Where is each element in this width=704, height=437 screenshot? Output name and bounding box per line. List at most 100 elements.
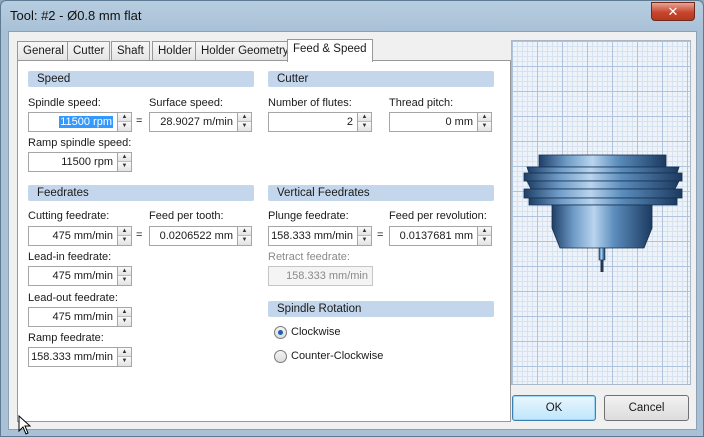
- cutting-feedrate-spinner[interactable]: ▲ ▼: [117, 226, 132, 246]
- ramp-feedrate-input[interactable]: 158.333 mm/min: [28, 347, 118, 367]
- thread-pitch-input[interactable]: 0 mm: [389, 112, 478, 132]
- flutes-spinner[interactable]: ▲ ▼: [357, 112, 372, 132]
- ok-button[interactable]: OK: [512, 395, 596, 421]
- tab-label: Cutter: [73, 45, 105, 57]
- spin-up-icon[interactable]: ▲: [358, 113, 371, 122]
- spin-up-icon[interactable]: ▲: [118, 267, 131, 276]
- spin-down-icon[interactable]: ▼: [118, 357, 131, 366]
- spin-down-icon[interactable]: ▼: [118, 276, 131, 285]
- tool-holder-drawing: [523, 154, 683, 249]
- spin-up-icon[interactable]: ▲: [118, 348, 131, 357]
- close-button[interactable]: ✕: [651, 2, 695, 21]
- close-icon: ✕: [667, 4, 679, 19]
- cutting-feedrate-input[interactable]: 475 mm/min: [28, 226, 118, 246]
- spin-down-icon[interactable]: ▼: [238, 122, 251, 131]
- spin-down-icon[interactable]: ▼: [118, 317, 131, 326]
- spindle-speed-spinner[interactable]: ▲ ▼: [117, 112, 132, 132]
- feed-per-revolution-spinner[interactable]: ▲ ▼: [477, 226, 492, 246]
- spin-up-icon[interactable]: ▲: [358, 227, 371, 236]
- feed-per-revolution-input[interactable]: 0.0137681 mm: [389, 226, 478, 246]
- mouse-pointer-icon: [18, 415, 31, 435]
- tool-dialog-window: Tool: #2 - Ø0.8 mm flat ✕ General Cutter…: [0, 0, 704, 437]
- thread-pitch-spinner[interactable]: ▲ ▼: [477, 112, 492, 132]
- tab-label: Holder Geometry: [201, 45, 289, 57]
- surface-speed-label: Surface speed:: [149, 97, 223, 109]
- tab-holder[interactable]: Holder: [152, 41, 198, 61]
- clockwise-radio[interactable]: [274, 326, 287, 339]
- spindle-speed-label: Spindle speed:: [28, 97, 101, 109]
- spin-up-icon[interactable]: ▲: [238, 227, 251, 236]
- tab-label: General: [23, 45, 64, 57]
- plunge-feedrate-label: Plunge feedrate:: [268, 210, 349, 222]
- ramp-spindle-speed-label: Ramp spindle speed:: [28, 137, 132, 149]
- spin-down-icon[interactable]: ▼: [478, 122, 491, 131]
- spin-down-icon[interactable]: ▼: [358, 236, 371, 245]
- feedrates-section-header: Feedrates: [28, 185, 254, 201]
- ramp-spindle-speed-spinner[interactable]: ▲ ▼: [117, 152, 132, 172]
- spindle-rotation-section-header: Spindle Rotation: [268, 301, 494, 317]
- surface-speed-input[interactable]: 28.9027 m/min: [149, 112, 238, 132]
- counter-clockwise-label[interactable]: Counter-Clockwise: [291, 350, 383, 362]
- ramp-feedrate-spinner[interactable]: ▲ ▼: [117, 347, 132, 367]
- lead-in-feedrate-input[interactable]: 475 mm/min: [28, 266, 118, 286]
- tab-holder-geometry[interactable]: Holder Geometry: [195, 41, 295, 61]
- cancel-button[interactable]: Cancel: [604, 395, 689, 421]
- spin-up-icon[interactable]: ▲: [118, 308, 131, 317]
- spin-up-icon[interactable]: ▲: [118, 227, 131, 236]
- spindle-speed-value: 11500 rpm: [59, 116, 113, 128]
- spindle-speed-input[interactable]: 11500 rpm: [28, 112, 118, 132]
- tab-shaft[interactable]: Shaft: [111, 41, 150, 61]
- spin-up-icon[interactable]: ▲: [118, 113, 131, 122]
- spin-down-icon[interactable]: ▼: [118, 236, 131, 245]
- spin-down-icon[interactable]: ▼: [358, 122, 371, 131]
- surface-speed-spinner[interactable]: ▲ ▼: [237, 112, 252, 132]
- window-title: Tool: #2 - Ø0.8 mm flat: [10, 8, 142, 23]
- lead-out-feedrate-label: Lead-out feedrate:: [28, 292, 118, 304]
- equals-sign: =: [136, 229, 143, 241]
- counter-clockwise-radio[interactable]: [274, 350, 287, 363]
- spin-down-icon[interactable]: ▼: [118, 162, 131, 171]
- spin-up-icon[interactable]: ▲: [478, 113, 491, 122]
- plunge-feedrate-spinner[interactable]: ▲ ▼: [357, 226, 372, 246]
- speed-section-header: Speed: [28, 71, 254, 87]
- tab-label: Feed & Speed: [293, 43, 367, 55]
- vertical-feedrates-section-header: Vertical Feedrates: [268, 185, 494, 201]
- lead-out-feedrate-spinner[interactable]: ▲ ▼: [117, 307, 132, 327]
- tab-cutter[interactable]: Cutter: [67, 41, 111, 61]
- cutter-section-header: Cutter: [268, 71, 494, 87]
- feed-per-tooth-label: Feed per tooth:: [149, 210, 224, 222]
- flutes-input[interactable]: 2: [268, 112, 358, 132]
- feed-per-tooth-input[interactable]: 0.0206522 mm: [149, 226, 238, 246]
- cutting-feedrate-label: Cutting feedrate:: [28, 210, 110, 222]
- retract-feedrate-input: 158.333 mm/min: [268, 266, 373, 286]
- spin-up-icon[interactable]: ▲: [478, 227, 491, 236]
- lead-out-feedrate-input[interactable]: 475 mm/min: [28, 307, 118, 327]
- spin-down-icon[interactable]: ▼: [238, 236, 251, 245]
- feed-per-tooth-spinner[interactable]: ▲ ▼: [237, 226, 252, 246]
- lead-in-feedrate-spinner[interactable]: ▲ ▼: [117, 266, 132, 286]
- ramp-spindle-speed-input[interactable]: 11500 rpm: [28, 152, 118, 172]
- tab-label: Shaft: [117, 45, 144, 57]
- tab-label: Holder: [158, 45, 192, 57]
- tool-preview: [511, 40, 691, 385]
- title-bar[interactable]: Tool: #2 - Ø0.8 mm flat ✕: [1, 1, 703, 31]
- dialog-client-area: General Cutter Shaft Holder Holder Geome…: [8, 31, 697, 430]
- tab-feed-and-speed[interactable]: Feed & Speed: [287, 39, 373, 62]
- spin-up-icon[interactable]: ▲: [118, 153, 131, 162]
- lead-in-feedrate-label: Lead-in feedrate:: [28, 251, 112, 263]
- ramp-feedrate-label: Ramp feedrate:: [28, 332, 104, 344]
- plunge-feedrate-input[interactable]: 158.333 mm/min: [268, 226, 358, 246]
- tab-general[interactable]: General: [17, 41, 70, 61]
- tool-preview-graphic: [523, 154, 683, 272]
- equals-sign: =: [136, 115, 143, 127]
- spin-down-icon[interactable]: ▼: [118, 122, 131, 131]
- spin-down-icon[interactable]: ▼: [478, 236, 491, 245]
- feed-speed-panel: Speed Spindle speed: 11500 rpm ▲ ▼ = Surf…: [17, 60, 511, 422]
- cutter-drawing: [598, 247, 606, 272]
- spin-up-icon[interactable]: ▲: [238, 113, 251, 122]
- flutes-label: Number of flutes:: [268, 97, 352, 109]
- retract-feedrate-label: Retract feedrate:: [268, 251, 350, 263]
- clockwise-label[interactable]: Clockwise: [291, 326, 341, 338]
- equals-sign: =: [377, 229, 384, 241]
- thread-pitch-label: Thread pitch:: [389, 97, 454, 109]
